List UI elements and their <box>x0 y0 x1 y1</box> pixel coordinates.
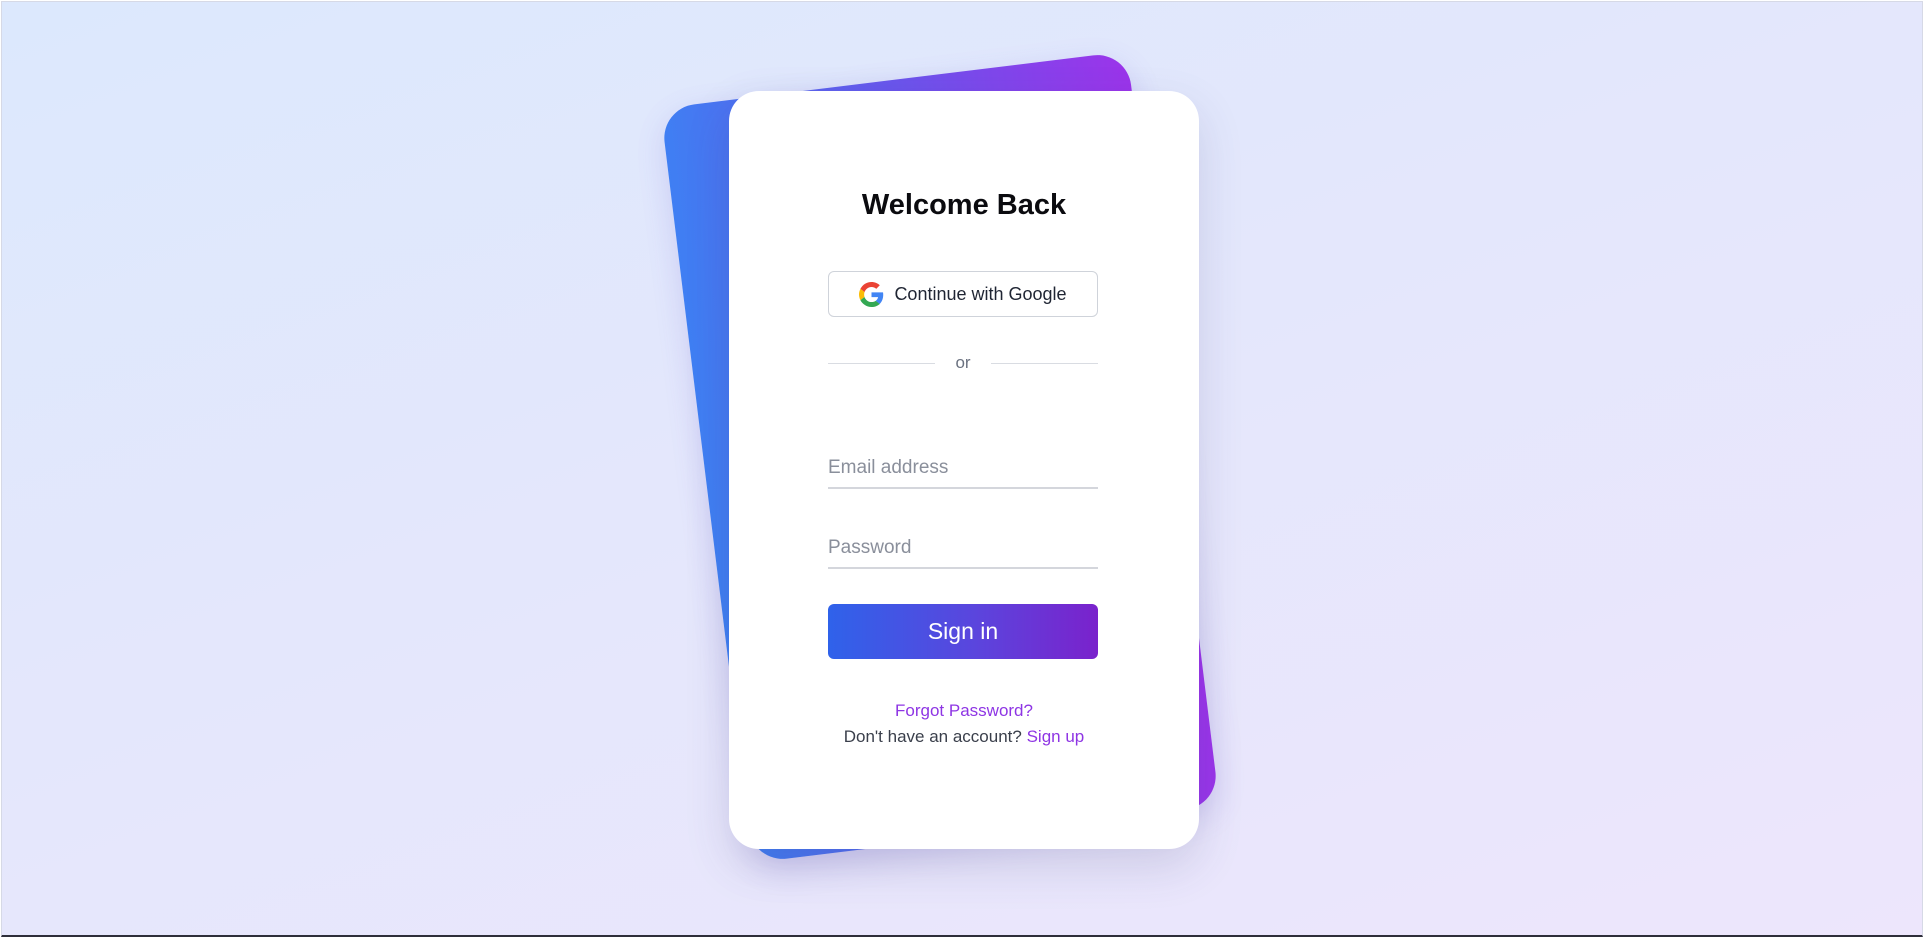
signup-prompt: Don't have an account? <box>843 727 1027 746</box>
divider-line-right <box>990 362 1098 364</box>
signup-row: Don't have an account? Sign up <box>729 727 1199 747</box>
google-button-label: Continue with Google <box>894 283 1067 304</box>
forgot-password-link[interactable]: Forgot Password? <box>729 701 1199 721</box>
page-background: Welcome Back Continue with Google or Sig… <box>1 1 1923 937</box>
divider-line-left <box>828 362 936 364</box>
email-field[interactable] <box>828 449 1098 489</box>
divider-text: or <box>955 353 971 372</box>
or-divider: or <box>828 353 1098 373</box>
login-card: Welcome Back Continue with Google or Sig… <box>729 91 1199 849</box>
password-field[interactable] <box>828 529 1098 569</box>
page-title: Welcome Back <box>861 189 1067 221</box>
google-icon <box>859 281 884 307</box>
sign-in-button[interactable]: Sign in <box>828 604 1098 659</box>
google-signin-button[interactable]: Continue with Google <box>828 271 1098 317</box>
sign-up-link[interactable]: Sign up <box>1027 727 1085 746</box>
